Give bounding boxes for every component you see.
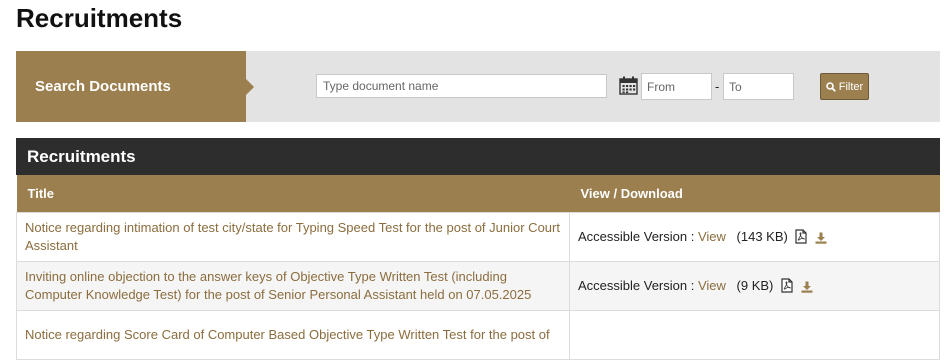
document-title-cell: Notice regarding intimation of test city… <box>16 211 570 262</box>
document-title-link[interactable]: Inviting online objection to the answer … <box>25 269 531 302</box>
document-title-link[interactable]: Notice regarding intimation of test city… <box>25 220 560 253</box>
date-from-input[interactable] <box>641 73 712 100</box>
pdf-icon[interactable] <box>795 228 808 244</box>
table-header-row: Title View / Download <box>16 175 940 212</box>
column-header-title: Title <box>16 175 570 212</box>
date-separator: - <box>715 79 720 94</box>
pdf-icon[interactable] <box>781 277 793 293</box>
calendar-icon[interactable] <box>619 76 638 95</box>
table-row: Inviting online objection to the answer … <box>16 260 940 311</box>
table-row: Notice regarding Score Card of Computer … <box>16 309 940 360</box>
document-title-cell: Inviting online objection to the answer … <box>16 260 570 311</box>
download-icon[interactable] <box>801 281 813 293</box>
view-download-cell: Accessible Version : View (9 KB) <box>569 260 940 311</box>
accessible-version-label: Accessible Version : <box>578 228 695 244</box>
column-header-view-download: View / Download <box>569 175 940 212</box>
search-icon <box>825 81 836 92</box>
view-download-cell: Accessible Version : View (143 KB) <box>569 211 940 262</box>
filter-button[interactable]: Filter <box>820 73 869 100</box>
filter-button-label: Filter <box>838 80 864 93</box>
document-name-input[interactable] <box>316 74 607 98</box>
file-size: (9 KB) <box>736 277 774 293</box>
view-download-cell <box>569 309 940 360</box>
view-link[interactable]: View <box>698 229 726 244</box>
table-row: Notice regarding intimation of test city… <box>16 211 940 262</box>
search-documents-bar: Search Documents - Filter <box>16 51 940 122</box>
download-icon[interactable] <box>815 232 827 244</box>
accessible-version-label: Accessible Version : <box>578 277 695 293</box>
document-title-cell: Notice regarding Score Card of Computer … <box>16 309 570 360</box>
documents-table: Title View / Download Notice regarding i… <box>16 175 940 360</box>
section-title: Recruitments <box>16 138 940 175</box>
file-size: (143 KB) <box>736 228 788 244</box>
page-title: Recruitments <box>16 3 183 33</box>
date-to-input[interactable] <box>723 73 794 100</box>
search-documents-label: Search Documents <box>16 51 254 122</box>
view-link[interactable]: View <box>698 278 726 293</box>
